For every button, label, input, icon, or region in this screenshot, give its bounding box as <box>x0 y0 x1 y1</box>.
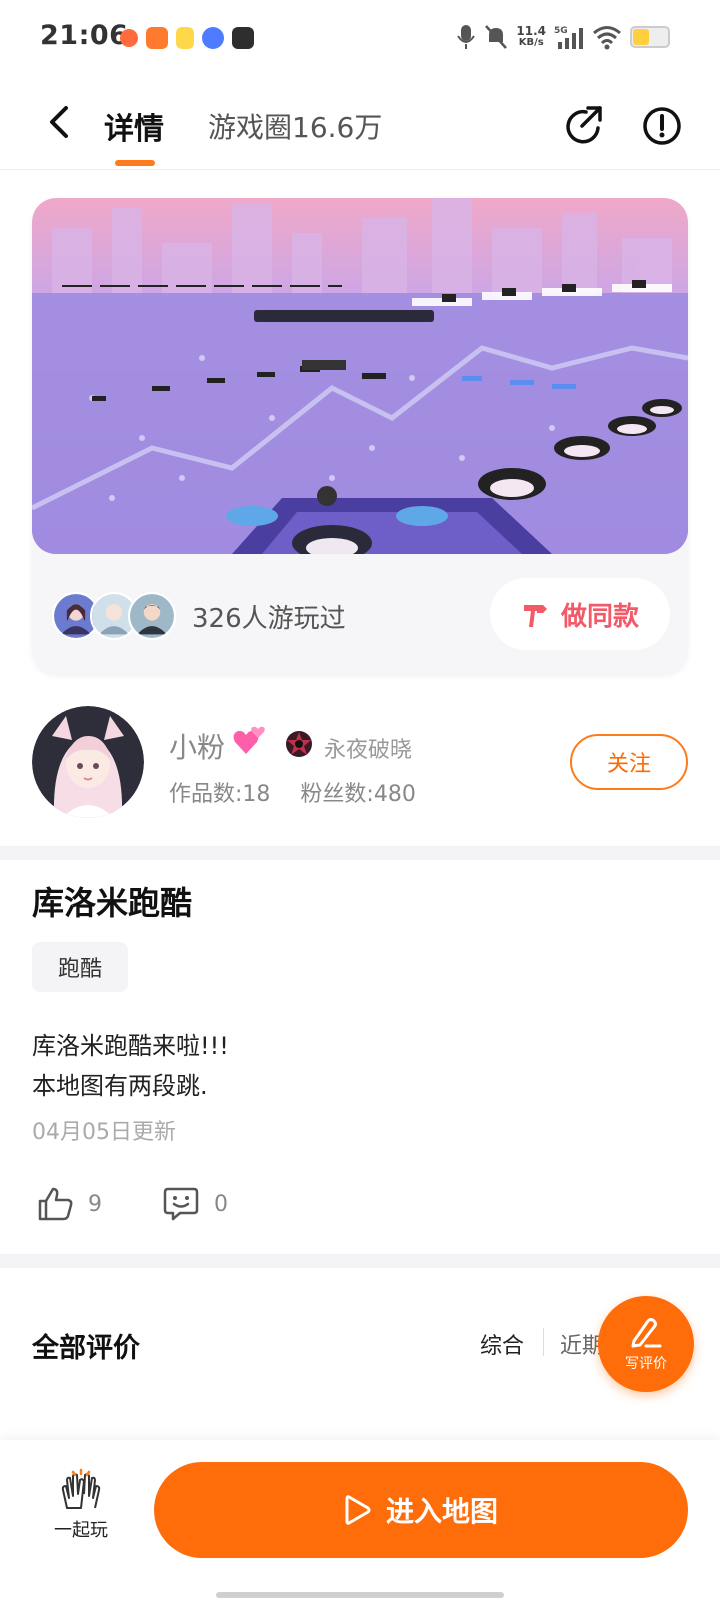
game-cover-image[interactable] <box>32 198 688 554</box>
play-icon <box>345 1495 371 1525</box>
like-count: 9 <box>88 1191 102 1217</box>
author-title: 永夜破晓 <box>324 738 413 763</box>
wifi-icon <box>593 26 621 50</box>
svg-text:5G: 5G <box>554 26 568 36</box>
player-avatar-3 <box>128 592 176 640</box>
home-indicator[interactable] <box>216 1592 504 1598</box>
status-bar: 21:06 11.4 KB/s 5G <box>0 0 720 78</box>
player-avatars <box>52 590 182 642</box>
mic-icon <box>457 25 476 49</box>
game-tag[interactable]: 跑酷 <box>32 942 128 992</box>
app-233-icon <box>146 27 168 49</box>
make-same-button[interactable]: 做同款 <box>490 578 670 650</box>
play-together-button[interactable]: 一起玩 <box>46 1468 116 1548</box>
author-avatar[interactable] <box>32 706 144 818</box>
signal-5g-icon: 5G <box>554 26 583 49</box>
author-stats: 作品数:18 粉丝数:480 <box>169 776 416 808</box>
section-divider <box>0 846 720 860</box>
net-speed: 11.4 KB/s <box>516 24 546 48</box>
tab-detail[interactable]: 详情 <box>104 104 164 148</box>
enter-map-label: 进入地图 <box>385 1495 498 1528</box>
tab-game-circle[interactable]: 游戏圈16.6万 <box>208 106 382 146</box>
write-review-button[interactable]: 写评价 <box>598 1296 694 1392</box>
follow-button[interactable]: 关注 <box>570 734 688 790</box>
game-title: 库洛米跑酷 <box>32 884 193 922</box>
play-together-label: 一起玩 <box>54 1520 108 1541</box>
comment-icon <box>163 1187 199 1221</box>
enter-map-button[interactable]: 进入地图 <box>154 1462 688 1558</box>
sort-separator <box>543 1328 544 1356</box>
notification-icons <box>120 27 254 49</box>
status-time: 21:06 <box>40 20 129 51</box>
high-five-icon <box>61 1468 101 1509</box>
app-music-icon <box>232 27 254 49</box>
title-badge-icon <box>286 731 312 757</box>
played-count: 326人游玩过 <box>192 603 346 634</box>
thumbs-up-icon <box>38 1187 73 1221</box>
like-button[interactable]: 9 <box>36 1182 102 1226</box>
desc-line-2: 本地图有两段跳. <box>32 1072 208 1100</box>
top-nav: 详情 游戏圈16.6万 <box>0 78 720 170</box>
battery-icon <box>630 26 670 48</box>
app-baidu-icon <box>202 27 224 49</box>
back-arrow-icon[interactable] <box>40 100 80 144</box>
hammer-icon <box>523 605 547 627</box>
status-right: 11.4 KB/s 5G <box>456 24 670 50</box>
game-cover-card: 326人游玩过 做同款 <box>32 198 688 674</box>
app-rabbit-icon <box>176 27 194 49</box>
report-icon[interactable] <box>640 104 684 148</box>
sort-comprehensive[interactable]: 综合 <box>480 1328 524 1360</box>
section-divider <box>0 1254 720 1268</box>
played-row: 326人游玩过 <box>52 586 346 646</box>
bottom-action-bar: 一起玩 进入地图 <box>0 1440 720 1600</box>
author-fans: 粉丝数:480 <box>300 782 416 807</box>
active-tab-indicator <box>115 160 155 166</box>
share-icon[interactable] <box>562 104 606 148</box>
author-name[interactable]: 小粉 <box>169 726 225 766</box>
update-date: 04月05日更新 <box>32 1120 176 1145</box>
app-notification-icon <box>120 29 138 47</box>
mute-bell-icon <box>485 25 508 49</box>
reviews-title: 全部评价 <box>32 1333 140 1364</box>
desc-line-1: 库洛米跑酷来啦!!! <box>32 1032 229 1060</box>
pen-icon <box>631 1318 662 1348</box>
game-description: 库洛米跑酷来啦!!! 本地图有两段跳. <box>32 1026 229 1106</box>
hearts-icon <box>233 726 265 754</box>
write-review-label: 写评价 <box>625 1356 667 1372</box>
author-works: 作品数:18 <box>169 782 271 807</box>
comment-button[interactable]: 0 <box>162 1182 228 1226</box>
make-same-label: 做同款 <box>560 601 639 632</box>
comment-count: 0 <box>214 1191 228 1217</box>
